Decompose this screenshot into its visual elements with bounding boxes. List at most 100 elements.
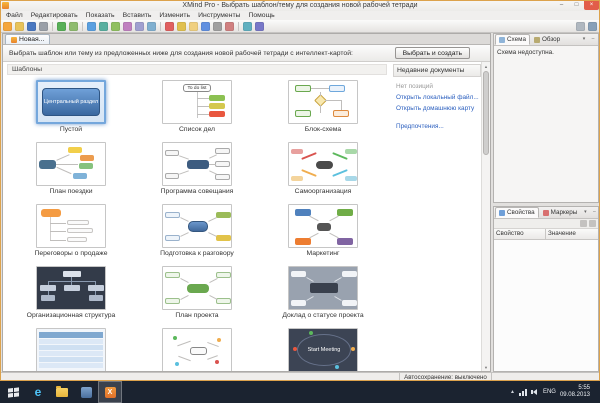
template-thumbnail[interactable]: Start Meeting — [288, 328, 358, 371]
template-item-travel-plan[interactable]: План поездки — [8, 140, 134, 202]
shape — [165, 212, 180, 218]
template-item-start-meeting[interactable]: Start Meeting — [260, 326, 386, 371]
open-local-file-link[interactable]: Открыть локальный файл... — [396, 94, 481, 101]
presentation-icon[interactable] — [255, 22, 264, 31]
notes-icon[interactable] — [189, 22, 198, 31]
template-thumbnail[interactable]: Центральный раздел — [36, 80, 106, 124]
tab-properties[interactable]: Свойства — [495, 207, 539, 218]
template-item-status-report[interactable]: Доклад о статусе проекта — [260, 264, 386, 326]
panel-minimize-icon[interactable]: – — [590, 208, 598, 216]
template-item-org-chart[interactable]: Организационная структура — [8, 264, 134, 326]
language-indicator[interactable]: ENG — [543, 389, 556, 395]
taskbar-app[interactable] — [74, 381, 98, 403]
taskbar-internet-explorer[interactable]: e — [26, 381, 50, 403]
template-thumbnail[interactable] — [162, 328, 232, 371]
view-menu-icon[interactable] — [589, 220, 596, 227]
label-icon[interactable] — [177, 22, 186, 31]
shape — [337, 209, 353, 216]
tray-expand-icon[interactable]: ▲ — [510, 389, 515, 395]
print-icon[interactable] — [39, 22, 48, 31]
start-button[interactable] — [0, 381, 26, 403]
menu-item-3[interactable]: Вставить — [119, 12, 156, 19]
close-button[interactable]: × — [584, 0, 599, 10]
scrollbar-thumb[interactable] — [483, 71, 489, 155]
save-icon[interactable] — [27, 22, 36, 31]
template-thumbnail[interactable] — [162, 266, 232, 310]
drill-down-icon[interactable] — [243, 22, 252, 31]
panel-minimize-icon[interactable]: – — [589, 35, 597, 43]
panel-menu-icon[interactable]: ▾ — [581, 208, 589, 216]
marker-icon[interactable] — [165, 22, 174, 31]
attachment-icon[interactable] — [213, 22, 222, 31]
taskbar-xmind[interactable]: X — [98, 381, 122, 403]
boundary-icon[interactable] — [135, 22, 144, 31]
template-item-marketing[interactable]: Маркетинг — [260, 202, 386, 264]
template-thumbnail[interactable] — [36, 204, 106, 248]
shape — [39, 345, 103, 350]
template-item-blank[interactable]: Центральный раздел Пустой — [8, 78, 134, 140]
menu-item-4[interactable]: Изменить — [155, 12, 194, 19]
insert-topic-icon[interactable] — [87, 22, 96, 31]
template-thumbnail[interactable] — [288, 204, 358, 248]
menu-item-0[interactable]: Файл — [2, 12, 27, 19]
template-thumbnail[interactable]: To do list — [162, 80, 232, 124]
preferences-link[interactable]: Предпочтения... — [396, 123, 481, 130]
new-workbook-icon[interactable] — [3, 22, 12, 31]
template-item-sales-negotiation[interactable]: Переговоры о продаже — [8, 202, 134, 264]
scroll-up-icon[interactable]: ▲ — [482, 62, 490, 70]
relationship-icon[interactable] — [123, 22, 132, 31]
template-item-conversation-prep[interactable]: Подготовка к разговору — [134, 202, 260, 264]
template-grid: Центральный раздел Пустой To do list — [8, 78, 388, 371]
tab-outline[interactable]: Схема — [495, 34, 530, 45]
search-icon[interactable] — [576, 22, 585, 31]
template-thumbnail[interactable] — [36, 266, 106, 310]
menu-item-1[interactable]: Редактировать — [27, 12, 82, 19]
template-thumbnail[interactable] — [288, 142, 358, 186]
scroll-down-icon[interactable]: ▼ — [482, 363, 490, 371]
taskbar-clock[interactable]: 5:55 09.08.2013 — [560, 385, 590, 399]
templates-scrollbar[interactable]: ▲ ▼ — [481, 62, 490, 371]
template-thumbnail[interactable] — [36, 142, 106, 186]
template-item[interactable] — [8, 326, 134, 371]
tab-new-workbook[interactable]: Новая... — [5, 34, 50, 44]
template-thumbnail[interactable] — [162, 142, 232, 186]
template-item-project-plan[interactable]: План проекта — [134, 264, 260, 326]
undo-icon[interactable] — [57, 22, 66, 31]
open-file-icon[interactable] — [15, 22, 24, 31]
choose-create-button[interactable]: Выбрать и создать — [395, 47, 470, 59]
titlebar[interactable]: XMind Pro - Выбрать шаблон/тему для созд… — [0, 0, 600, 11]
panel-menu-icon[interactable]: ▾ — [580, 35, 588, 43]
template-item[interactable] — [134, 326, 260, 371]
hyperlink-icon[interactable] — [201, 22, 210, 31]
shape — [342, 271, 357, 277]
template-thumbnail[interactable] — [36, 328, 106, 371]
tab-overview[interactable]: Обзор — [530, 34, 564, 45]
tab-markers[interactable]: Маркеры — [539, 207, 582, 218]
redo-icon[interactable] — [69, 22, 78, 31]
floating-topic-icon[interactable] — [111, 22, 120, 31]
pin-icon[interactable] — [580, 220, 587, 227]
open-home-map-link[interactable]: Открыть домашнюю карту — [396, 105, 481, 112]
help-icon[interactable] — [588, 22, 597, 31]
network-icon[interactable] — [519, 388, 527, 396]
minimize-button[interactable]: – — [554, 0, 569, 10]
audio-notes-icon[interactable] — [225, 22, 234, 31]
template-item-todo[interactable]: To do list Список дел — [134, 78, 260, 140]
xmind-window: XMind Pro - Выбрать шаблон/тему для созд… — [0, 0, 600, 403]
insert-subtopic-icon[interactable] — [99, 22, 108, 31]
shape — [179, 170, 189, 174]
template-thumbnail[interactable] — [288, 80, 358, 124]
menu-item-2[interactable]: Показать — [82, 12, 119, 19]
summary-icon[interactable] — [147, 22, 156, 31]
template-item-flowchart[interactable]: Блок-схема — [260, 78, 386, 140]
template-thumbnail[interactable] — [288, 266, 358, 310]
menu-item-6[interactable]: Помощь — [244, 12, 278, 19]
menu-item-5[interactable]: Инструменты — [194, 12, 244, 19]
template-thumbnail[interactable] — [162, 204, 232, 248]
template-item-meeting-agenda[interactable]: Программа совещания — [134, 140, 260, 202]
taskbar-file-explorer[interactable] — [50, 381, 74, 403]
toolbar-separator — [160, 22, 161, 31]
maximize-button[interactable]: □ — [569, 0, 584, 10]
template-item-self-organization[interactable]: Самоорганизация — [260, 140, 386, 202]
volume-icon[interactable] — [531, 388, 539, 396]
